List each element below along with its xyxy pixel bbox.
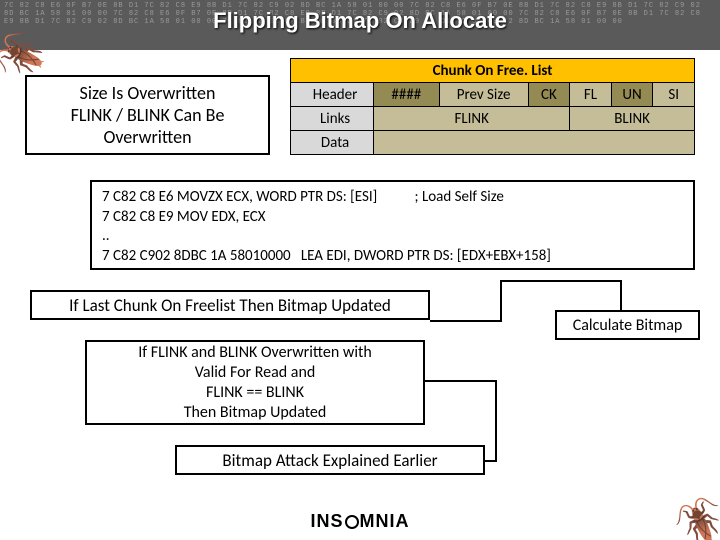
row-label-data: Data [291,131,374,155]
calc-text: Calculate Bitmap [573,316,683,335]
connector-line [620,280,622,310]
hdr-cell: FL [570,83,612,107]
slide-title: Flipping Bitmap On Allocate [0,8,720,34]
connector-line [495,380,497,460]
assembly-listing: 7 C82 C8 E6 MOVZX ECX, WORD PTR DS: [ESI… [90,180,695,270]
hdr-cell: Prev Size [439,83,528,107]
overwrite-text: Size Is Overwritten FLINK / BLINK Can Be… [71,82,225,148]
data-cell [374,131,695,155]
asm-l2: 7 C82 C8 E9 MOV EDX, ECX [102,208,266,226]
hdr-cell: #### [374,83,439,107]
flink-blink-note: If FLINK and BLINK Overwritten with Vali… [85,340,425,425]
asm-l4: 7 C82 C902 8DBC 1A 58010000 LEA EDI, DWO… [102,247,551,265]
calculate-bitmap-note: Calculate Bitmap [555,310,700,340]
connector-line [500,280,620,282]
connector-line [500,280,502,322]
hdr-cell: CK [528,83,570,107]
explained-note: Bitmap Attack Explained Earlier [175,445,485,475]
links-cell: BLINK [570,107,695,131]
links-cell: FLINK [374,107,570,131]
row-label-links: Links [291,107,374,131]
overwrite-note: Size Is Overwritten FLINK / BLINK Can Be… [25,75,270,155]
row-label-header: Header [291,83,374,107]
hdr-cell: SI [653,83,695,107]
hdr-cell: UN [611,83,653,107]
flinkblink-text: If FLINK and BLINK Overwritten with Vali… [138,343,372,423]
asm-l1a: 7 C82 C8 E6 MOVZX ECX, WORD PTR DS: [ESI… [102,188,377,206]
chunk-title: Chunk On Free. List [291,59,695,83]
explained-text: Bitmap Attack Explained Earlier [222,450,437,471]
connector-line [430,320,500,322]
slide: 7C 82 C8 E6 0F B7 0E 8B D1 7C 82 C8 E9 8… [0,0,720,540]
freelist-text: If Last Chunk On Freelist Then Bitmap Up… [69,295,391,316]
asm-l3: .. [102,227,110,245]
connector-line [425,380,495,382]
logo-o-icon [345,515,359,529]
asm-l1b: ; Load Self Size [415,188,504,206]
freelist-note: If Last Chunk On Freelist Then Bitmap Up… [30,290,430,320]
connector-line [485,460,497,462]
footer-logo: INSMNIA [0,511,720,532]
chunk-table: Chunk On Free. List Header #### Prev Siz… [290,58,695,155]
